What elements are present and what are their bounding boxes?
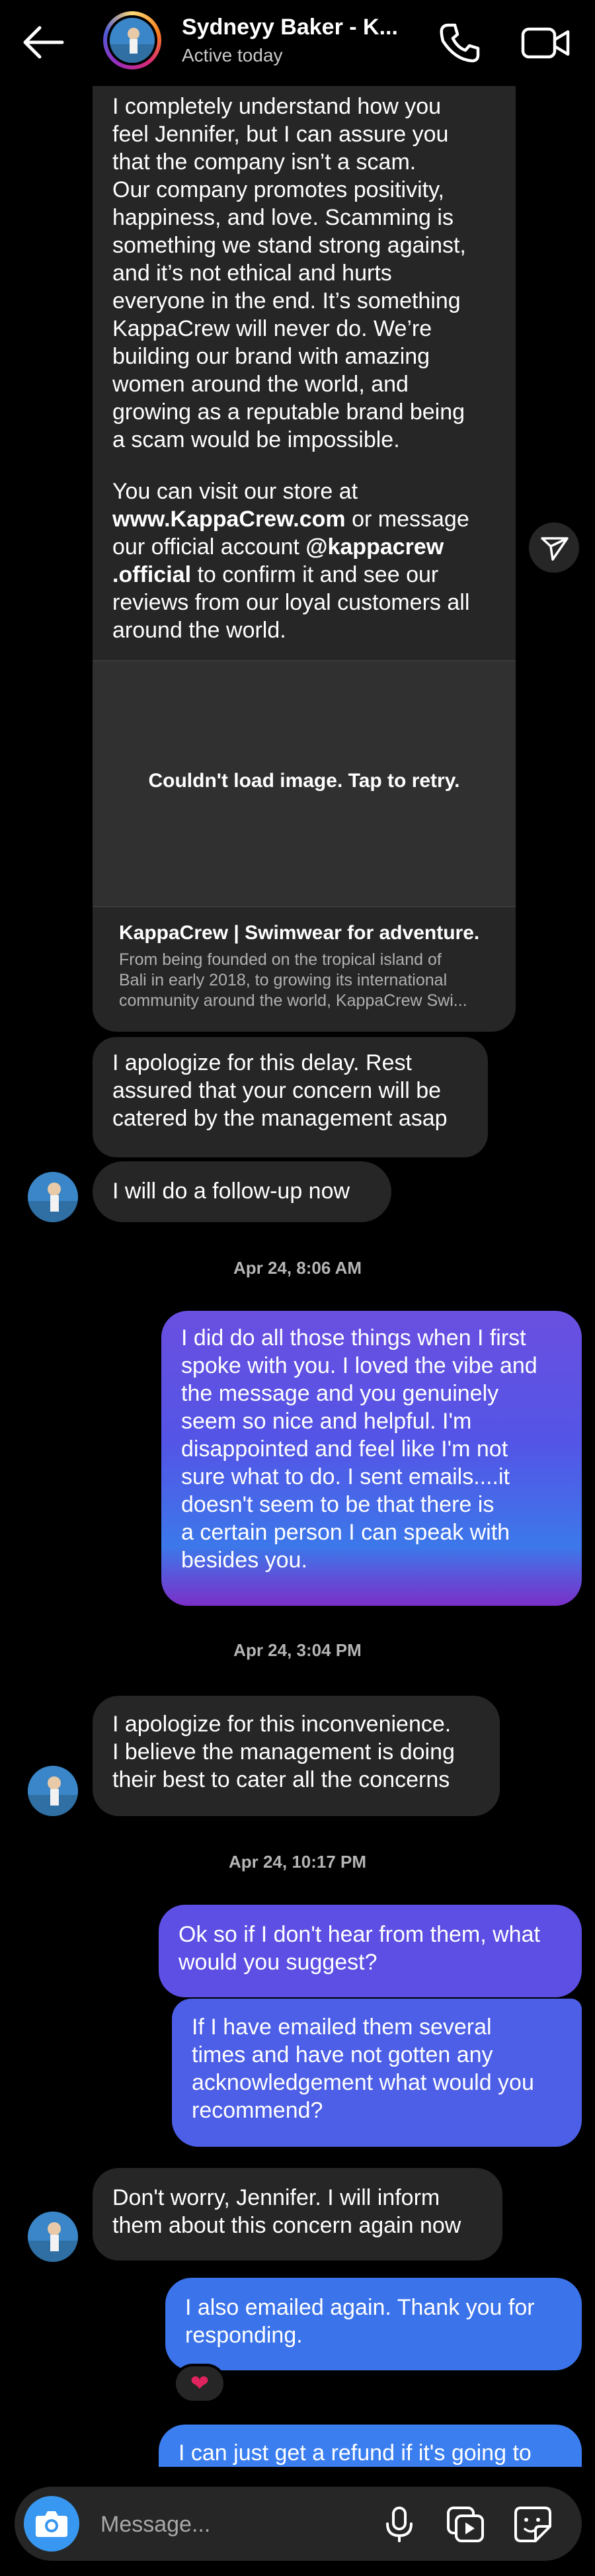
chat-header: Sydneyy Baker - K... Active today	[0, 0, 595, 86]
account-handle-link[interactable]: @kappacrew	[305, 534, 444, 560]
account-handle-link-cont[interactable]: .official	[112, 562, 191, 587]
contact-avatar[interactable]	[103, 11, 161, 69]
phone-icon	[440, 23, 480, 63]
contact-name[interactable]: Sydneyy Baker - K...	[182, 15, 398, 40]
video-call-button[interactable]	[519, 20, 572, 66]
message-input[interactable]	[99, 2505, 379, 2544]
video-camera-icon	[521, 27, 570, 59]
received-message[interactable]: I apologize for this delay. Rest assured…	[93, 1037, 488, 1157]
sent-message[interactable]: Ok so if I don't hear from them, what wo…	[159, 1905, 582, 1997]
timestamp: Apr 24, 10:17 PM	[228, 1852, 367, 1872]
share-button[interactable]	[529, 522, 579, 573]
message-composer	[15, 2487, 582, 2561]
store-link[interactable]: www.KappaCrew.com	[112, 507, 346, 532]
sent-message[interactable]: I did do all those things when I first s…	[161, 1311, 582, 1606]
camera-icon	[36, 2511, 67, 2537]
sender-avatar[interactable]	[28, 1172, 78, 1222]
sent-message[interactable]: If I have emailed them several times and…	[172, 1999, 582, 2147]
image-load-error[interactable]: Couldn't load image. Tap to retry.	[93, 660, 516, 907]
sticker-icon	[514, 2507, 551, 2542]
received-message[interactable]: I will do a follow-up now	[93, 1161, 391, 1222]
heart-reaction[interactable]: ❤	[173, 2364, 226, 2403]
gallery-button[interactable]	[444, 2504, 487, 2544]
voice-message-button[interactable]	[379, 2504, 419, 2544]
call-button[interactable]	[436, 20, 483, 66]
timestamp: Apr 24, 3:04 PM	[233, 1640, 362, 1660]
back-button[interactable]	[20, 22, 66, 62]
sender-avatar[interactable]	[28, 1766, 78, 1816]
message-text: I completely understand how you feel Jen…	[112, 94, 466, 452]
visit-prefix: You can visit our store at	[112, 479, 358, 504]
received-message[interactable]: I apologize for this inconvenience. I be…	[93, 1696, 500, 1816]
received-message[interactable]: Don't worry, Jennifer. I will inform the…	[93, 2168, 502, 2261]
link-preview-title[interactable]: KappaCrew | Swimwear for adventure.	[119, 922, 479, 944]
send-icon	[541, 537, 569, 561]
sticker-button[interactable]	[512, 2504, 554, 2544]
camera-button[interactable]	[24, 2496, 79, 2552]
sent-message[interactable]: I also emailed again. Thank you for resp…	[165, 2278, 582, 2370]
heart-icon: ❤	[190, 2371, 210, 2396]
gallery-icon	[447, 2507, 484, 2542]
active-status: Active today	[182, 45, 283, 65]
sender-avatar[interactable]	[28, 2212, 78, 2262]
image-error-text: Couldn't load image. Tap to retry.	[148, 770, 460, 792]
arrow-left-icon	[23, 26, 64, 59]
link-preview-description: From being founded on the tropical islan…	[119, 950, 467, 1010]
microphone-icon	[386, 2507, 413, 2542]
message-text-links: You can visit our store at www.KappaCrew…	[112, 478, 509, 644]
timestamp: Apr 24, 8:06 AM	[233, 1258, 362, 1278]
